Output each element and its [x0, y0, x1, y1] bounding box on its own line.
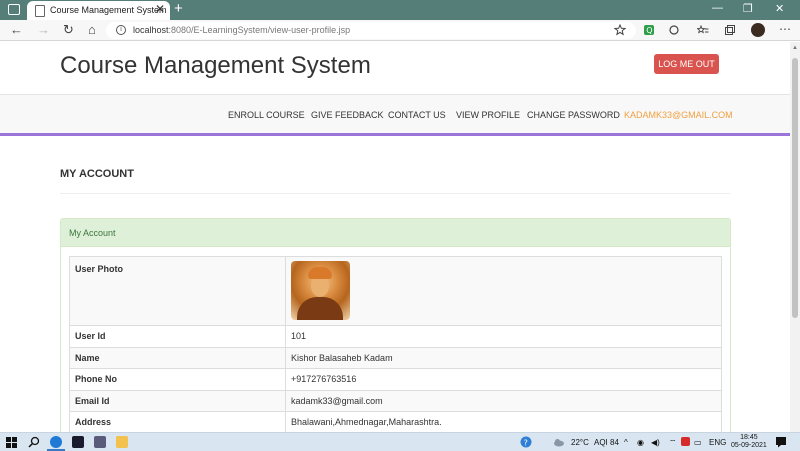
- clock-time: 18:45: [740, 434, 758, 441]
- language-indicator[interactable]: ENG: [709, 438, 726, 447]
- row-label: User Id: [69, 325, 286, 348]
- tab-actions-icon[interactable]: [8, 4, 20, 15]
- home-icon[interactable]: ⌂: [88, 22, 96, 37]
- logout-button[interactable]: LOG ME OUT: [654, 54, 719, 74]
- refresh-icon[interactable]: ↻: [63, 22, 74, 38]
- location-icon: ◉: [637, 438, 644, 447]
- page-scrollbar[interactable]: ▲: [790, 42, 800, 432]
- system-clock[interactable]: 18:45 05-09-2021: [731, 434, 767, 450]
- url-path: :8080/E-LearningSystem/view-user-profile…: [168, 25, 351, 35]
- svg-text:?: ?: [524, 438, 528, 447]
- row-value: +917276763516: [285, 368, 722, 391]
- row-value: kadamk33@gmail.com: [285, 389, 722, 412]
- windows-start-icon[interactable]: [6, 437, 17, 448]
- site-info-icon[interactable]: i: [116, 25, 126, 35]
- panel-header: My Account: [61, 219, 730, 247]
- air-quality[interactable]: AQI 84: [594, 438, 619, 447]
- page-content: Course Management System LOG ME OUT ENRO…: [0, 42, 790, 432]
- row-label: Email Id: [69, 389, 286, 412]
- new-tab-button[interactable]: +: [174, 0, 183, 17]
- collections-icon[interactable]: [724, 24, 736, 36]
- address-bar[interactable]: i localhost:8080/E-LearningSystem/view-u…: [106, 22, 636, 39]
- row-value: 101: [285, 325, 722, 348]
- nav-change-password[interactable]: CHANGE PASSWORD: [527, 110, 620, 120]
- tab-close-icon[interactable]: ✕: [155, 2, 165, 16]
- help-icon[interactable]: ?: [520, 436, 532, 448]
- site-header: Course Management System LOG ME OUT: [0, 42, 790, 94]
- battery-icon[interactable]: ▭: [694, 438, 702, 447]
- url-text[interactable]: localhost:8080/E-LearningSystem/view-use…: [133, 25, 350, 35]
- search-icon[interactable]: [28, 436, 40, 448]
- table-row: Phone No +917276763516: [69, 368, 722, 391]
- photo-figure-turban: [308, 267, 332, 279]
- photo-figure-body: [297, 297, 343, 320]
- favorites-list-icon[interactable]: [697, 24, 709, 36]
- extension-green-icon[interactable]: Q: [643, 24, 655, 36]
- weather-temperature[interactable]: 22°C: [571, 438, 589, 447]
- table-row: Address Bhalawani,Ahmednagar,Maharashtra…: [69, 411, 722, 432]
- restore-icon[interactable]: ❐: [743, 2, 753, 15]
- tab-title: Course Management System: [50, 5, 167, 15]
- nav-user-email[interactable]: KADAMK33@GMAIL.COM: [624, 110, 733, 120]
- browser-tab-bar: Course Management System ✕ + — ❐ ✕: [0, 0, 800, 20]
- minimize-icon[interactable]: —: [712, 2, 723, 14]
- weather-cloud-icon: [554, 439, 564, 447]
- edge-browser-icon[interactable]: [50, 436, 62, 448]
- table-row: Name Kishor Balasaheb Kadam: [69, 346, 722, 369]
- browser-tab[interactable]: Course Management System ✕: [27, 1, 170, 20]
- page-favicon-icon: [35, 5, 45, 17]
- scrollbar-thumb[interactable]: [792, 58, 798, 318]
- url-host: localhost: [133, 25, 169, 35]
- row-label: Phone No: [69, 368, 286, 391]
- windows-taskbar: ? 22°C AQI 84 ^ ◉ ◀) ⌔ ▭ ENG 18:45 05-09…: [0, 432, 800, 451]
- row-label: Address: [69, 411, 286, 432]
- more-options-icon[interactable]: ⋯: [779, 22, 791, 36]
- row-label: User Photo: [69, 256, 286, 326]
- volume-icon[interactable]: ◀): [651, 438, 660, 447]
- page-title: MY ACCOUNT: [60, 168, 134, 180]
- refresh-extension-icon[interactable]: [668, 24, 680, 36]
- row-label: Name: [69, 346, 286, 369]
- row-value: Bhalawani,Ahmednagar,Maharashtra.: [285, 411, 722, 432]
- row-value: [285, 256, 722, 326]
- nav-view-profile[interactable]: VIEW PROFILE: [456, 110, 520, 120]
- panel-title: My Account: [69, 228, 116, 238]
- address-row: ← → ↻ ⌂ i localhost:8080/E-LearningSyste…: [0, 20, 800, 41]
- profile-avatar[interactable]: [751, 23, 765, 37]
- forward-icon[interactable]: →: [37, 22, 50, 37]
- clock-date: 05-09-2021: [731, 442, 767, 449]
- notifications-icon[interactable]: [775, 436, 787, 448]
- account-panel: My Account User Photo User Id 101 Name K…: [60, 218, 731, 432]
- back-icon[interactable]: ←: [10, 22, 23, 37]
- nav-give-feedback[interactable]: GIVE FEEDBACK: [311, 110, 384, 120]
- nav-enroll-course[interactable]: ENROLL COURSE: [228, 110, 305, 120]
- wifi-icon[interactable]: ⌔: [669, 438, 677, 448]
- title-divider: [60, 193, 730, 194]
- nav-contact-us[interactable]: CONTACT US: [388, 110, 446, 120]
- table-row: User Id 101: [69, 325, 722, 348]
- account-table: User Photo User Id 101 Name Kishor Balas…: [69, 256, 722, 432]
- scroll-up-icon[interactable]: ▲: [792, 45, 798, 51]
- terminal-app-icon[interactable]: [72, 436, 84, 448]
- row-value: Kishor Balasaheb Kadam: [285, 346, 722, 369]
- svg-text:Q: Q: [646, 26, 652, 35]
- user-photo: [291, 261, 350, 320]
- app-window-icon[interactable]: [94, 436, 106, 448]
- window-close-icon[interactable]: ✕: [775, 2, 784, 15]
- site-title: Course Management System: [60, 52, 371, 79]
- main-navbar: ENROLL COURSE GIVE FEEDBACK CONTACT US V…: [0, 94, 790, 136]
- table-row: User Photo: [69, 256, 722, 326]
- favorites-star-icon[interactable]: [614, 24, 626, 36]
- red-tray-app-icon[interactable]: [681, 437, 690, 446]
- table-row: Email Id kadamk33@gmail.com: [69, 389, 722, 412]
- tray-overflow-icon[interactable]: ^: [624, 438, 628, 447]
- file-explorer-icon[interactable]: [116, 436, 128, 448]
